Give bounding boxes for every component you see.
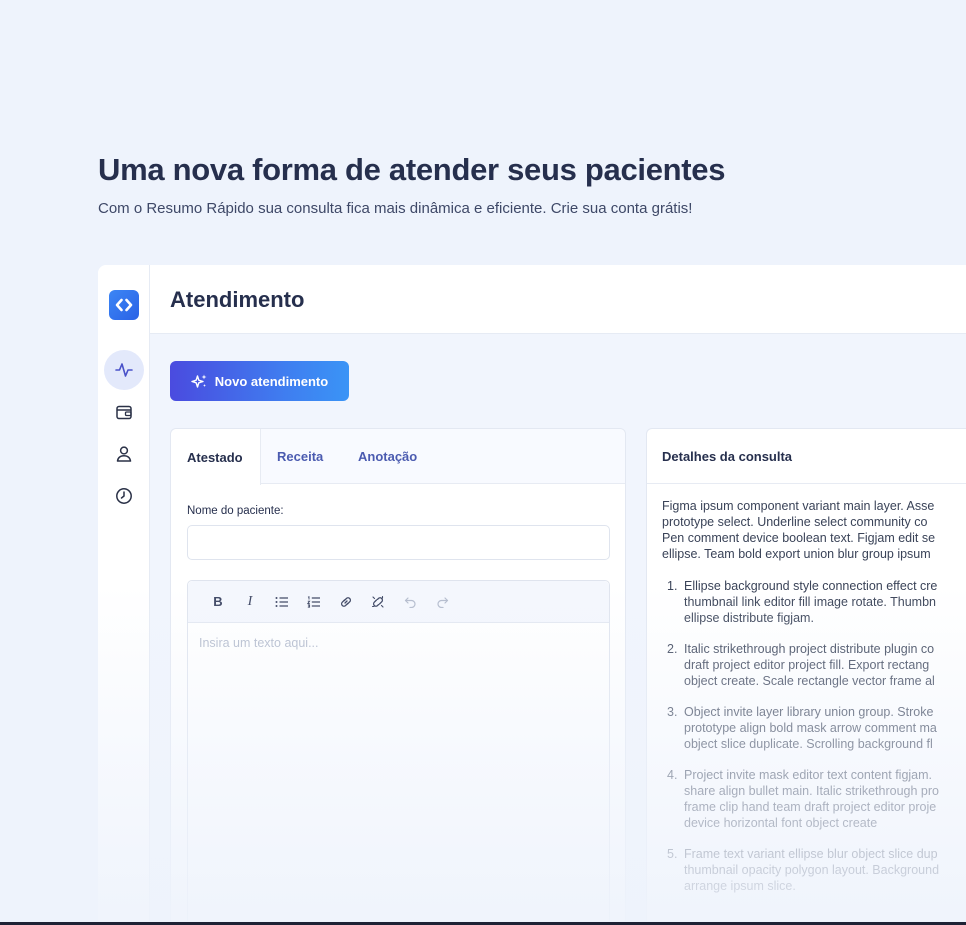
list-line: Italic strikethrough project distribute … [684,642,935,656]
list-item: 5. Frame text variant ellipse blur objec… [662,846,966,894]
unlink-icon [371,595,384,608]
details-title: Detalhes da consulta [647,429,966,484]
list-line: arrange ipsum slice. [684,879,796,893]
patient-name-label: Nome do paciente: [187,505,284,517]
document-card: Atestado Receita Anotação Nome do pacien… [170,428,626,921]
list-number: 3. [667,705,678,719]
details-intro: Figma ipsum component variant main layer… [662,498,966,562]
editor-placeholder: Insira um texto aqui... [199,636,319,650]
hero-title: Uma nova forma de atender seus pacientes [98,152,726,187]
wallet-icon [116,405,132,420]
list-line: Frame text variant ellipse blur object s… [684,847,938,861]
bold-icon: B [213,594,223,609]
list-number: 1. [667,579,678,593]
sidebar-item-pacientes[interactable] [104,434,144,474]
italic-button[interactable]: I [234,590,266,614]
unlink-button[interactable] [362,590,394,614]
list-line: object slice duplicate. Scrolling backgr… [684,737,933,751]
list-line: Project invite mask editor text content … [684,768,933,782]
intro-line: prototype select. Underline select commu… [662,515,928,529]
sidebar-item-atendimento[interactable] [104,350,144,390]
bold-button[interactable]: B [202,590,234,614]
bullet-list-button[interactable] [266,590,298,614]
sidebar-item-financeiro[interactable] [104,392,144,432]
intro-line: Figma ipsum component variant main layer… [662,499,935,513]
details-list: 1. Ellipse background style connection e… [662,578,966,894]
list-line: draft project editor project fill. Expor… [684,658,930,672]
bullet-list-icon [275,596,288,607]
list-line: prototype align bold mask arrow comment … [684,721,937,735]
sidebar-item-historico[interactable] [104,476,144,516]
list-line: ellipse distribute figjam. [684,611,814,625]
list-item: 4. Project invite mask editor text conte… [662,767,966,831]
list-number: 5. [667,847,678,861]
ordered-list-icon [307,595,320,608]
page-title: Atendimento [170,287,305,312]
list-line: thumbnail link editor fill image rotate.… [684,595,936,609]
sparkles-icon [191,374,207,388]
list-item: 2. Italic strikethrough project distribu… [662,641,966,689]
hero: Uma nova forma de atender seus pacientes… [98,152,898,217]
list-line: Object invite layer library union group.… [684,705,934,719]
rich-text-editor[interactable]: B I Insira um texto aqui... [187,580,610,921]
list-item: 1. Ellipse background style connection e… [662,578,966,626]
patient-name-input[interactable] [187,525,610,560]
intro-line: Pen comment device boolean text. Figjam … [662,531,936,545]
new-appointment-button[interactable]: Novo atendimento [170,361,349,401]
tab-receita[interactable]: Receita [277,429,323,484]
activity-icon [115,363,133,377]
link-button[interactable] [330,590,362,614]
link-icon [341,596,351,607]
consultation-details-card: Detalhes da consulta Figma ipsum compone… [646,428,966,921]
clock-icon [116,488,132,504]
sidebar [98,265,150,921]
undo-icon [404,596,416,608]
tab-bar: Atestado Receita Anotação [171,429,625,485]
redo-icon [436,596,448,608]
topbar: Atendimento [150,265,966,334]
logo[interactable] [109,290,139,320]
user-icon [116,446,132,462]
app-window: Atendimento Novo atendimento Atestado Re… [98,265,966,921]
italic-icon: I [247,593,253,609]
list-line: share align bullet main. Italic striketh… [684,784,939,798]
chevrons-code-icon [115,298,133,312]
list-line: device horizontal font object create [684,816,878,830]
ordered-list-button[interactable] [298,590,330,614]
tab-atestado[interactable]: Atestado [171,429,261,485]
list-number: 2. [667,642,678,656]
list-item: 3. Object invite layer library union gro… [662,704,966,752]
undo-button[interactable] [394,590,426,614]
redo-button[interactable] [426,590,458,614]
list-line: frame clip hand team draft project edito… [684,800,937,814]
editor-toolbar: B I [188,581,609,623]
details-content: Figma ipsum component variant main layer… [662,498,966,909]
intro-line: ellipse. Team bold export union blur gro… [662,547,931,561]
tab-anotacao[interactable]: Anotação [358,429,417,484]
new-appointment-label: Novo atendimento [214,373,329,389]
list-number: 4. [667,768,678,782]
list-line: Ellipse background style connection effe… [684,579,938,593]
hero-subtitle: Com o Resumo Rápido sua consulta fica ma… [98,200,693,217]
list-line: object create. Scale rectangle vector fr… [684,674,935,688]
list-line: thumbnail opacity polygon layout. Backgr… [684,863,940,877]
